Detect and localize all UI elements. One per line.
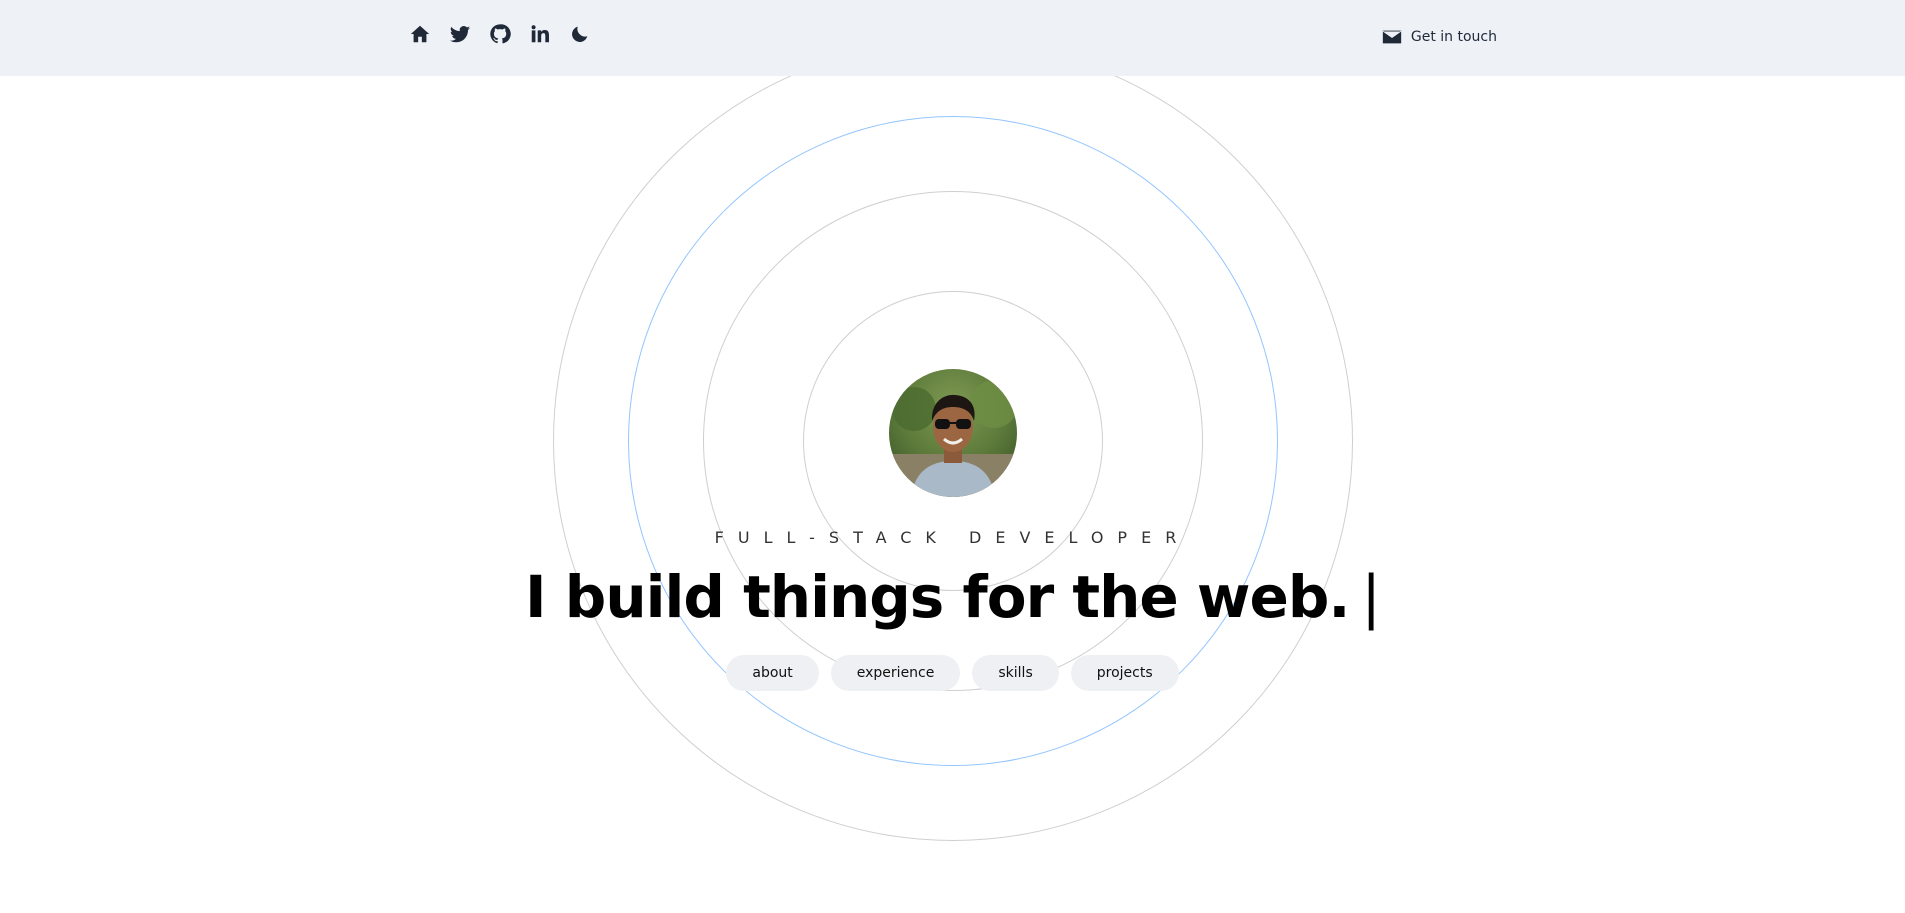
headline-text: I build things for the web. bbox=[525, 563, 1350, 631]
about-button[interactable]: about bbox=[726, 655, 819, 691]
get-in-touch-label: Get in touch bbox=[1410, 29, 1497, 45]
linkedin-icon[interactable] bbox=[528, 22, 552, 46]
typing-cursor: | bbox=[1361, 563, 1381, 631]
avatar bbox=[889, 369, 1017, 497]
home-icon[interactable] bbox=[408, 22, 432, 46]
moon-icon[interactable] bbox=[568, 22, 592, 46]
skills-button[interactable]: skills bbox=[972, 655, 1059, 691]
twitter-icon[interactable] bbox=[448, 22, 472, 46]
section-nav: about experience skills projects bbox=[0, 655, 1905, 691]
projects-button[interactable]: projects bbox=[1070, 655, 1179, 691]
page: Get in touch FULL-STACK DEVELOPER I buil… bbox=[0, 0, 1905, 913]
role-subtitle: FULL-STACK DEVELOPER bbox=[714, 528, 1191, 547]
hero-headline: I build things for the web. | bbox=[0, 563, 1905, 631]
github-icon[interactable] bbox=[488, 22, 512, 46]
nav-icons bbox=[408, 22, 592, 46]
top-nav-bar: Get in touch bbox=[0, 0, 1905, 76]
experience-button[interactable]: experience bbox=[830, 655, 961, 691]
envelope-icon bbox=[1382, 30, 1402, 44]
get-in-touch-link[interactable]: Get in touch bbox=[1381, 26, 1497, 48]
